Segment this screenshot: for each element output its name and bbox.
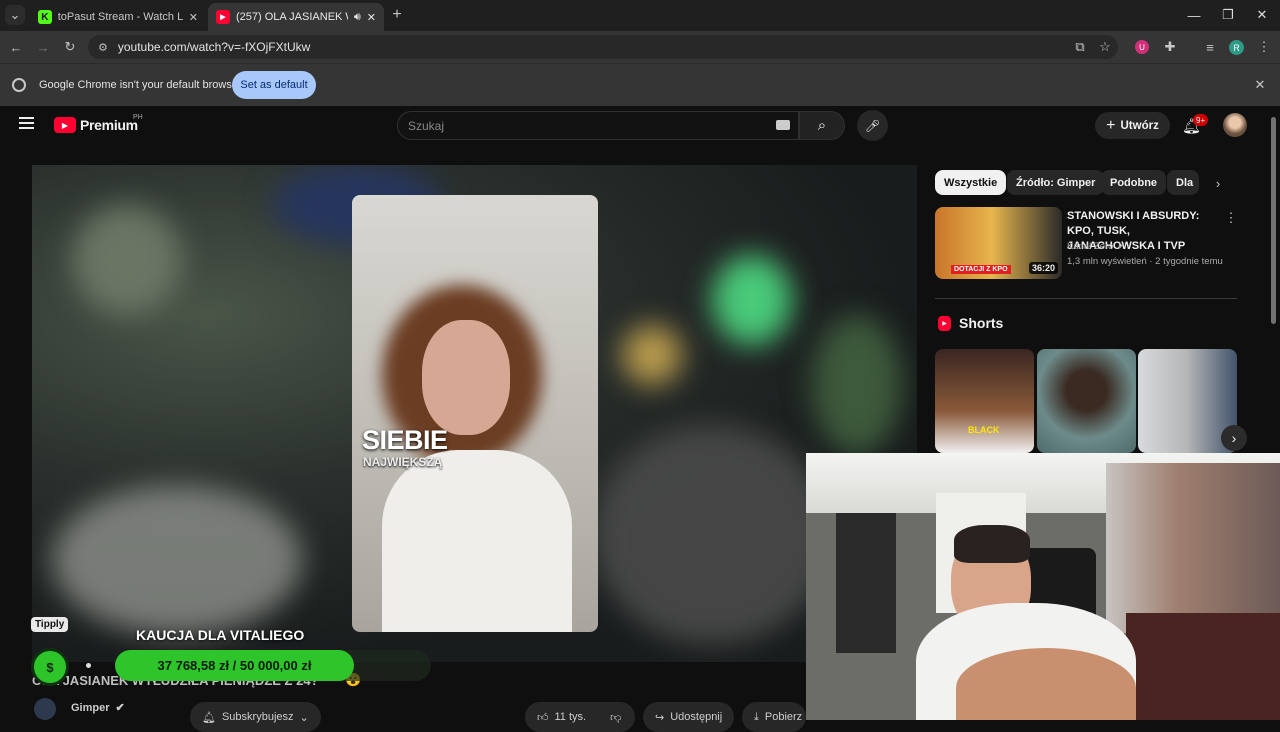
subscribe-button[interactable]: 🔔︎ Subskrybujesz ⌄ [190,702,321,732]
channel-name: Kanał Zero [1067,241,1114,252]
search-placeholder: Szukaj [408,118,445,133]
short-card[interactable] [1037,349,1136,453]
thumb-caption: DOTACJI Z KPO [951,265,1011,274]
forward-icon[interactable]: → [32,36,54,58]
like-count: 11 tys. [554,711,587,723]
restore-icon[interactable]: ❐ [1210,0,1246,30]
channel-row[interactable]: Gimper ✔ [71,701,125,715]
goal-progress-bar: 37 768,58 zł / 50 000,00 zł [115,650,354,681]
clip-caption-small: NAJWIĘKSZĄ [363,455,443,469]
face-shape [422,320,510,435]
shorts-heading: Shorts [959,315,1004,331]
download-label: Pobierz [764,711,803,723]
create-label: Utwórz [1120,119,1159,132]
chevron-right-icon[interactable]: › [1207,172,1229,194]
notification-count-badge: 9+ [1193,114,1209,126]
chip-for-you[interactable]: Dla [1167,170,1199,195]
window-close-icon[interactable]: ✕ [1244,0,1280,30]
goal-amount: 37 768,58 zł / 50 000,00 zł [157,658,312,673]
tab-topasut[interactable]: K toPasut Stream - Watch Live on ✕ [30,3,206,31]
profile-avatar[interactable]: R [1229,40,1244,55]
share-button[interactable]: ↪ Udostępnij [643,702,735,732]
premium-wordmark: Premium [80,117,138,133]
tab-youtube[interactable]: ▶ (257) OLA JASIANEK WYŁU 🔊︎ ✕ [208,3,384,31]
more-actions-icon[interactable]: ⋮ [1220,207,1242,229]
close-icon[interactable]: ✕ [189,11,198,24]
extension-icon[interactable]: U [1135,40,1149,54]
download-button[interactable]: ⤓ Pobierz [742,702,806,732]
recommended-thumbnail[interactable]: DOTACJI Z KPO 36:20 [935,207,1062,279]
thumbs-up-icon: 👍︎ [537,711,549,724]
region-code: PH [133,114,143,121]
bookmark-star-icon[interactable]: ☆ [1094,36,1116,58]
chip-related[interactable]: Podobne [1101,170,1167,195]
voice-search-button[interactable]: 🎤︎ [857,110,888,141]
youtube-icon: ▶ [216,10,230,24]
account-avatar[interactable] [1223,113,1247,137]
chrome-icon [12,78,26,92]
tab-title: (257) OLA JASIANEK WYŁU [235,11,348,23]
minimize-icon[interactable]: — [1176,0,1212,30]
channel-avatar[interactable] [34,698,56,720]
channel-name: Gimper [71,701,110,714]
site-info-icon[interactable]: ⚙ [98,41,108,54]
goal-title: KAUCJA DLA VITALIEGO [136,627,305,643]
short-card[interactable]: BLACK [935,349,1034,453]
short-caption: BLACK [968,425,1000,435]
search-button[interactable]: ⌕ [799,111,845,140]
extensions-puzzle-icon[interactable]: ✚ [1159,36,1181,58]
address-bar[interactable]: ⚙ youtube.com/watch?v=-fXOjFXtUkw [88,35,1118,59]
set-default-button[interactable]: Set as default [232,71,316,99]
cast-icon[interactable]: ⧉ [1069,36,1091,58]
verified-icon: ✔ [115,702,125,714]
recommended-meta: 1,3 mln wyświetleń · 2 tygodnie temu [1067,256,1223,267]
new-tab-icon[interactable]: + [386,4,408,26]
keyboard-icon[interactable] [776,120,790,130]
money-icon: $ [31,648,69,686]
chevron-down-icon: ⌄ [299,711,309,724]
url-text: youtube.com/watch?v=-fXOjFXtUkw [117,40,311,54]
shirt-shape [382,450,572,632]
infobar-close-icon[interactable]: ✕ [1249,74,1271,96]
recommended-channel-row[interactable]: Kanał Zero ✔ [1067,241,1125,252]
share-label: Udostępnij [670,711,723,723]
download-icon: ⤓ [754,710,759,723]
chip-all[interactable]: Wszystkie [935,170,1007,195]
chip-source[interactable]: Źródło: Gimper [1007,170,1105,195]
tipply-badge: Tipply [31,617,69,632]
streamer-webcam [806,453,1280,720]
sidebar-divider [935,298,1237,299]
duration-badge: 36:20 [1029,262,1059,274]
youtube-premium-logo[interactable]: ▶ Premium [54,117,138,133]
create-button[interactable]: + Utwórz [1095,112,1170,139]
tab-search-icon[interactable]: ⌄ [5,5,25,25]
menu-kebab-icon[interactable]: ⋮ [1253,36,1275,58]
infobar-message: Google Chrome isn't your default browser [39,79,242,91]
search-input[interactable]: Szukaj [397,111,799,140]
reading-list-icon[interactable]: ≡ [1199,36,1221,58]
like-button[interactable]: 👍︎ 11 tys. 👎︎ [525,702,635,732]
plus-icon: + [1106,116,1116,134]
shorts-next-icon[interactable]: › [1221,425,1247,451]
verified-icon: ✔ [1117,241,1126,252]
mic-icon: 🎤︎ [864,118,881,133]
speaker-icon[interactable]: 🔊︎ [354,11,361,24]
hamburger-menu-icon[interactable] [19,117,34,129]
back-icon[interactable]: ← [5,36,27,58]
reload-icon[interactable]: ↻ [59,36,81,58]
search-icon: ⌕ [817,117,827,134]
close-icon[interactable]: ✕ [367,11,376,24]
clip-caption-big: SIEBIE [362,425,448,455]
page-scrollbar[interactable] [1271,117,1276,324]
subscribe-label: Subskrybujesz [221,711,294,723]
vertical-video-clip: SIEBIE NAJWIĘKSZĄ [352,195,598,632]
share-icon: ↪ [655,711,665,724]
youtube-logo-icon: ▶ [54,117,76,133]
tab-title: toPasut Stream - Watch Live on [57,11,183,23]
thumbs-down-icon: 👎︎ [610,711,622,724]
shorts-icon: ▶ [938,316,951,331]
goal-dot [86,663,91,668]
bell-icon: 🔔︎ [202,711,216,724]
kick-icon: K [38,10,52,24]
